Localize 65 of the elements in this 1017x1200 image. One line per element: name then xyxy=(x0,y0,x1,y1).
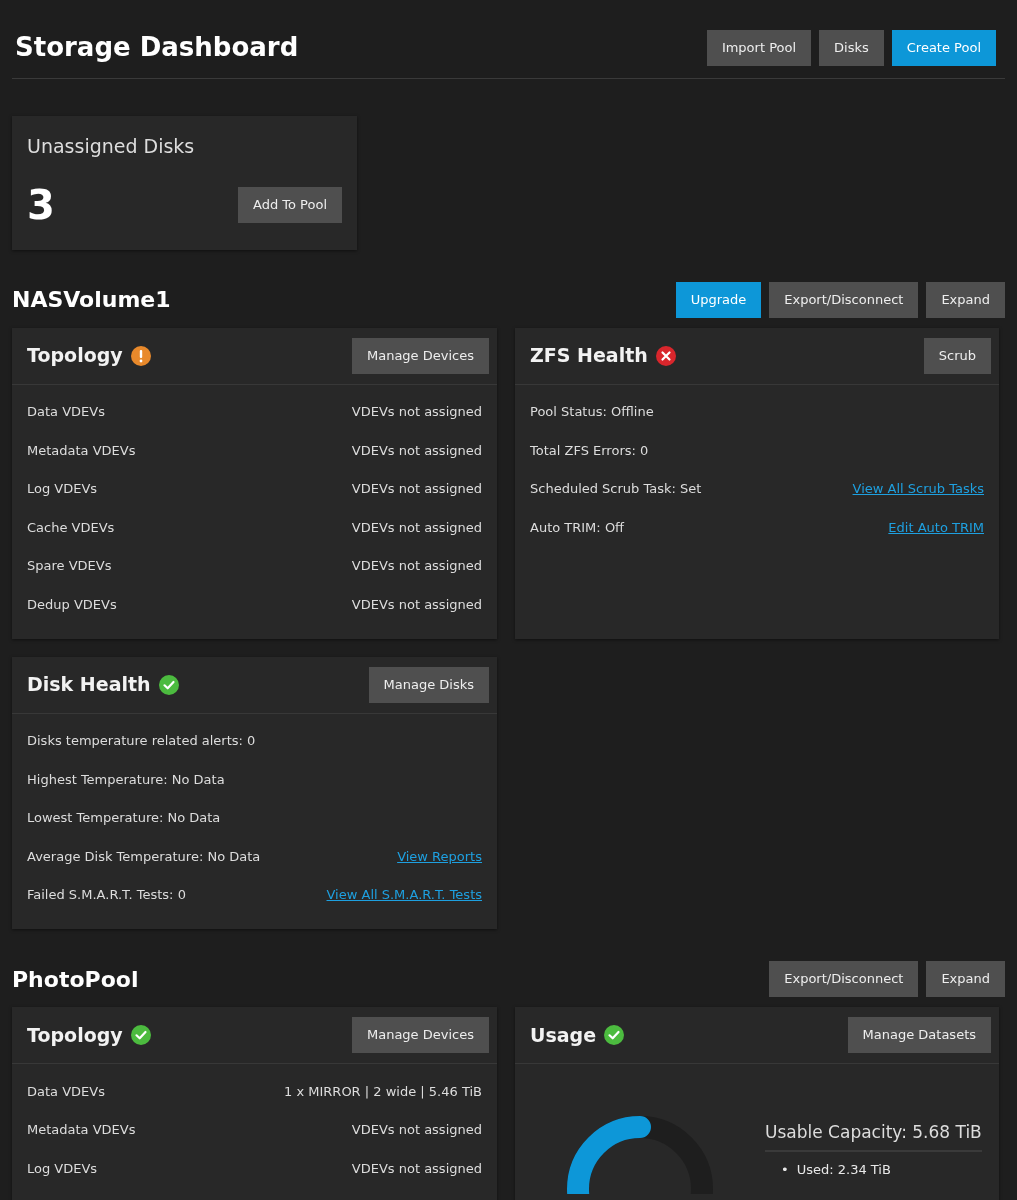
card-title: Disk Health xyxy=(27,672,151,698)
row-label: Average Disk Temperature: xyxy=(27,848,204,864)
row-label: Auto TRIM: xyxy=(530,519,601,535)
row-value: Set xyxy=(680,481,702,496)
pool-name: NASVolume1 xyxy=(12,286,171,314)
card-title: Topology xyxy=(27,343,123,369)
row-value: VDEVs not assigned xyxy=(351,403,482,421)
row-value: No Data xyxy=(167,810,221,825)
row-value: VDEVs not assigned xyxy=(351,1121,482,1139)
page-title: Storage Dashboard xyxy=(15,32,299,64)
row-label: Highest Temperature: xyxy=(27,771,168,787)
link[interactable]: View All Scrub Tasks xyxy=(852,479,984,499)
row-label: Lowest Temperature: xyxy=(27,810,164,825)
row-value: Off xyxy=(604,519,625,535)
row-value: VDEVs not assigned xyxy=(351,518,482,537)
capacity-heading: Usable Capacity: 5.68 TiB xyxy=(765,1120,982,1152)
row-label: Spare VDEVs xyxy=(27,557,112,575)
button[interactable]: Manage Datasets xyxy=(847,1017,991,1053)
row-value: 0 xyxy=(640,442,649,458)
row-value: VDEVs not assigned xyxy=(351,595,482,614)
row-value: VDEVs not assigned xyxy=(351,1159,482,1178)
link[interactable]: Edit Auto TRIM xyxy=(888,517,984,537)
button[interactable]: Export/Disconnect xyxy=(769,281,919,318)
row-label: Failed S.M.A.R.T. Tests: xyxy=(27,887,174,902)
row-value: Offline xyxy=(611,404,654,419)
link[interactable]: View Reports xyxy=(397,846,482,866)
card-title: ZFS Health xyxy=(530,343,648,369)
row-value: 1 x MIRROR | 2 wide | 5.46 TiB xyxy=(284,1082,482,1101)
row-value: 0 xyxy=(247,733,256,748)
row-label: Data VDEVs xyxy=(27,1082,105,1101)
row-label: Metadata VDEVs xyxy=(27,441,136,460)
card-title: Usage xyxy=(530,1022,597,1048)
button[interactable]: Expand xyxy=(926,961,1005,997)
row-label: Log VDEVs xyxy=(27,1159,98,1178)
row-label: Scheduled Scrub Task: xyxy=(530,481,676,496)
row-label: Pool Status: xyxy=(530,404,607,419)
pool-name: PhotoPool xyxy=(12,965,139,994)
row-label: Dedup VDEVs xyxy=(27,595,117,614)
link[interactable]: View All S.M.A.R.T. Tests xyxy=(326,885,482,905)
usage-item: Used: 2.34 TiB xyxy=(796,1160,891,1179)
button[interactable]: Export/Disconnect xyxy=(769,961,919,997)
row-value: VDEVs not assigned xyxy=(351,480,482,498)
disk-count: 3 xyxy=(27,184,55,225)
row-value: No Data xyxy=(207,848,261,864)
button[interactable]: Scrub xyxy=(923,337,991,374)
card-title: Topology xyxy=(27,1022,123,1048)
row-label: Total ZFS Errors: xyxy=(530,442,636,458)
button[interactable]: Manage Devices xyxy=(352,1017,489,1053)
row-value: VDEVs not assigned xyxy=(351,557,482,575)
row-label: Metadata VDEVs xyxy=(27,1121,136,1139)
row-value: 0 xyxy=(177,887,186,902)
row-label: Log VDEVs xyxy=(27,480,98,498)
row-value: VDEVs not assigned xyxy=(351,441,482,460)
card-title: Unassigned Disks xyxy=(27,134,196,159)
bullet: • xyxy=(781,1160,789,1179)
button[interactable]: Import Pool xyxy=(706,30,812,66)
add-to-pool-button[interactable]: Add To Pool xyxy=(238,186,342,223)
row-label: Cache VDEVs xyxy=(27,518,115,537)
row-label: Disks temperature related alerts: xyxy=(27,733,243,748)
button[interactable]: Manage Disks xyxy=(368,666,489,703)
button[interactable]: Expand xyxy=(926,281,1005,318)
row-value: No Data xyxy=(171,771,225,787)
button[interactable]: Disks xyxy=(819,30,884,66)
button[interactable]: Manage Devices xyxy=(352,337,489,374)
row-label: Data VDEVs xyxy=(27,403,105,421)
